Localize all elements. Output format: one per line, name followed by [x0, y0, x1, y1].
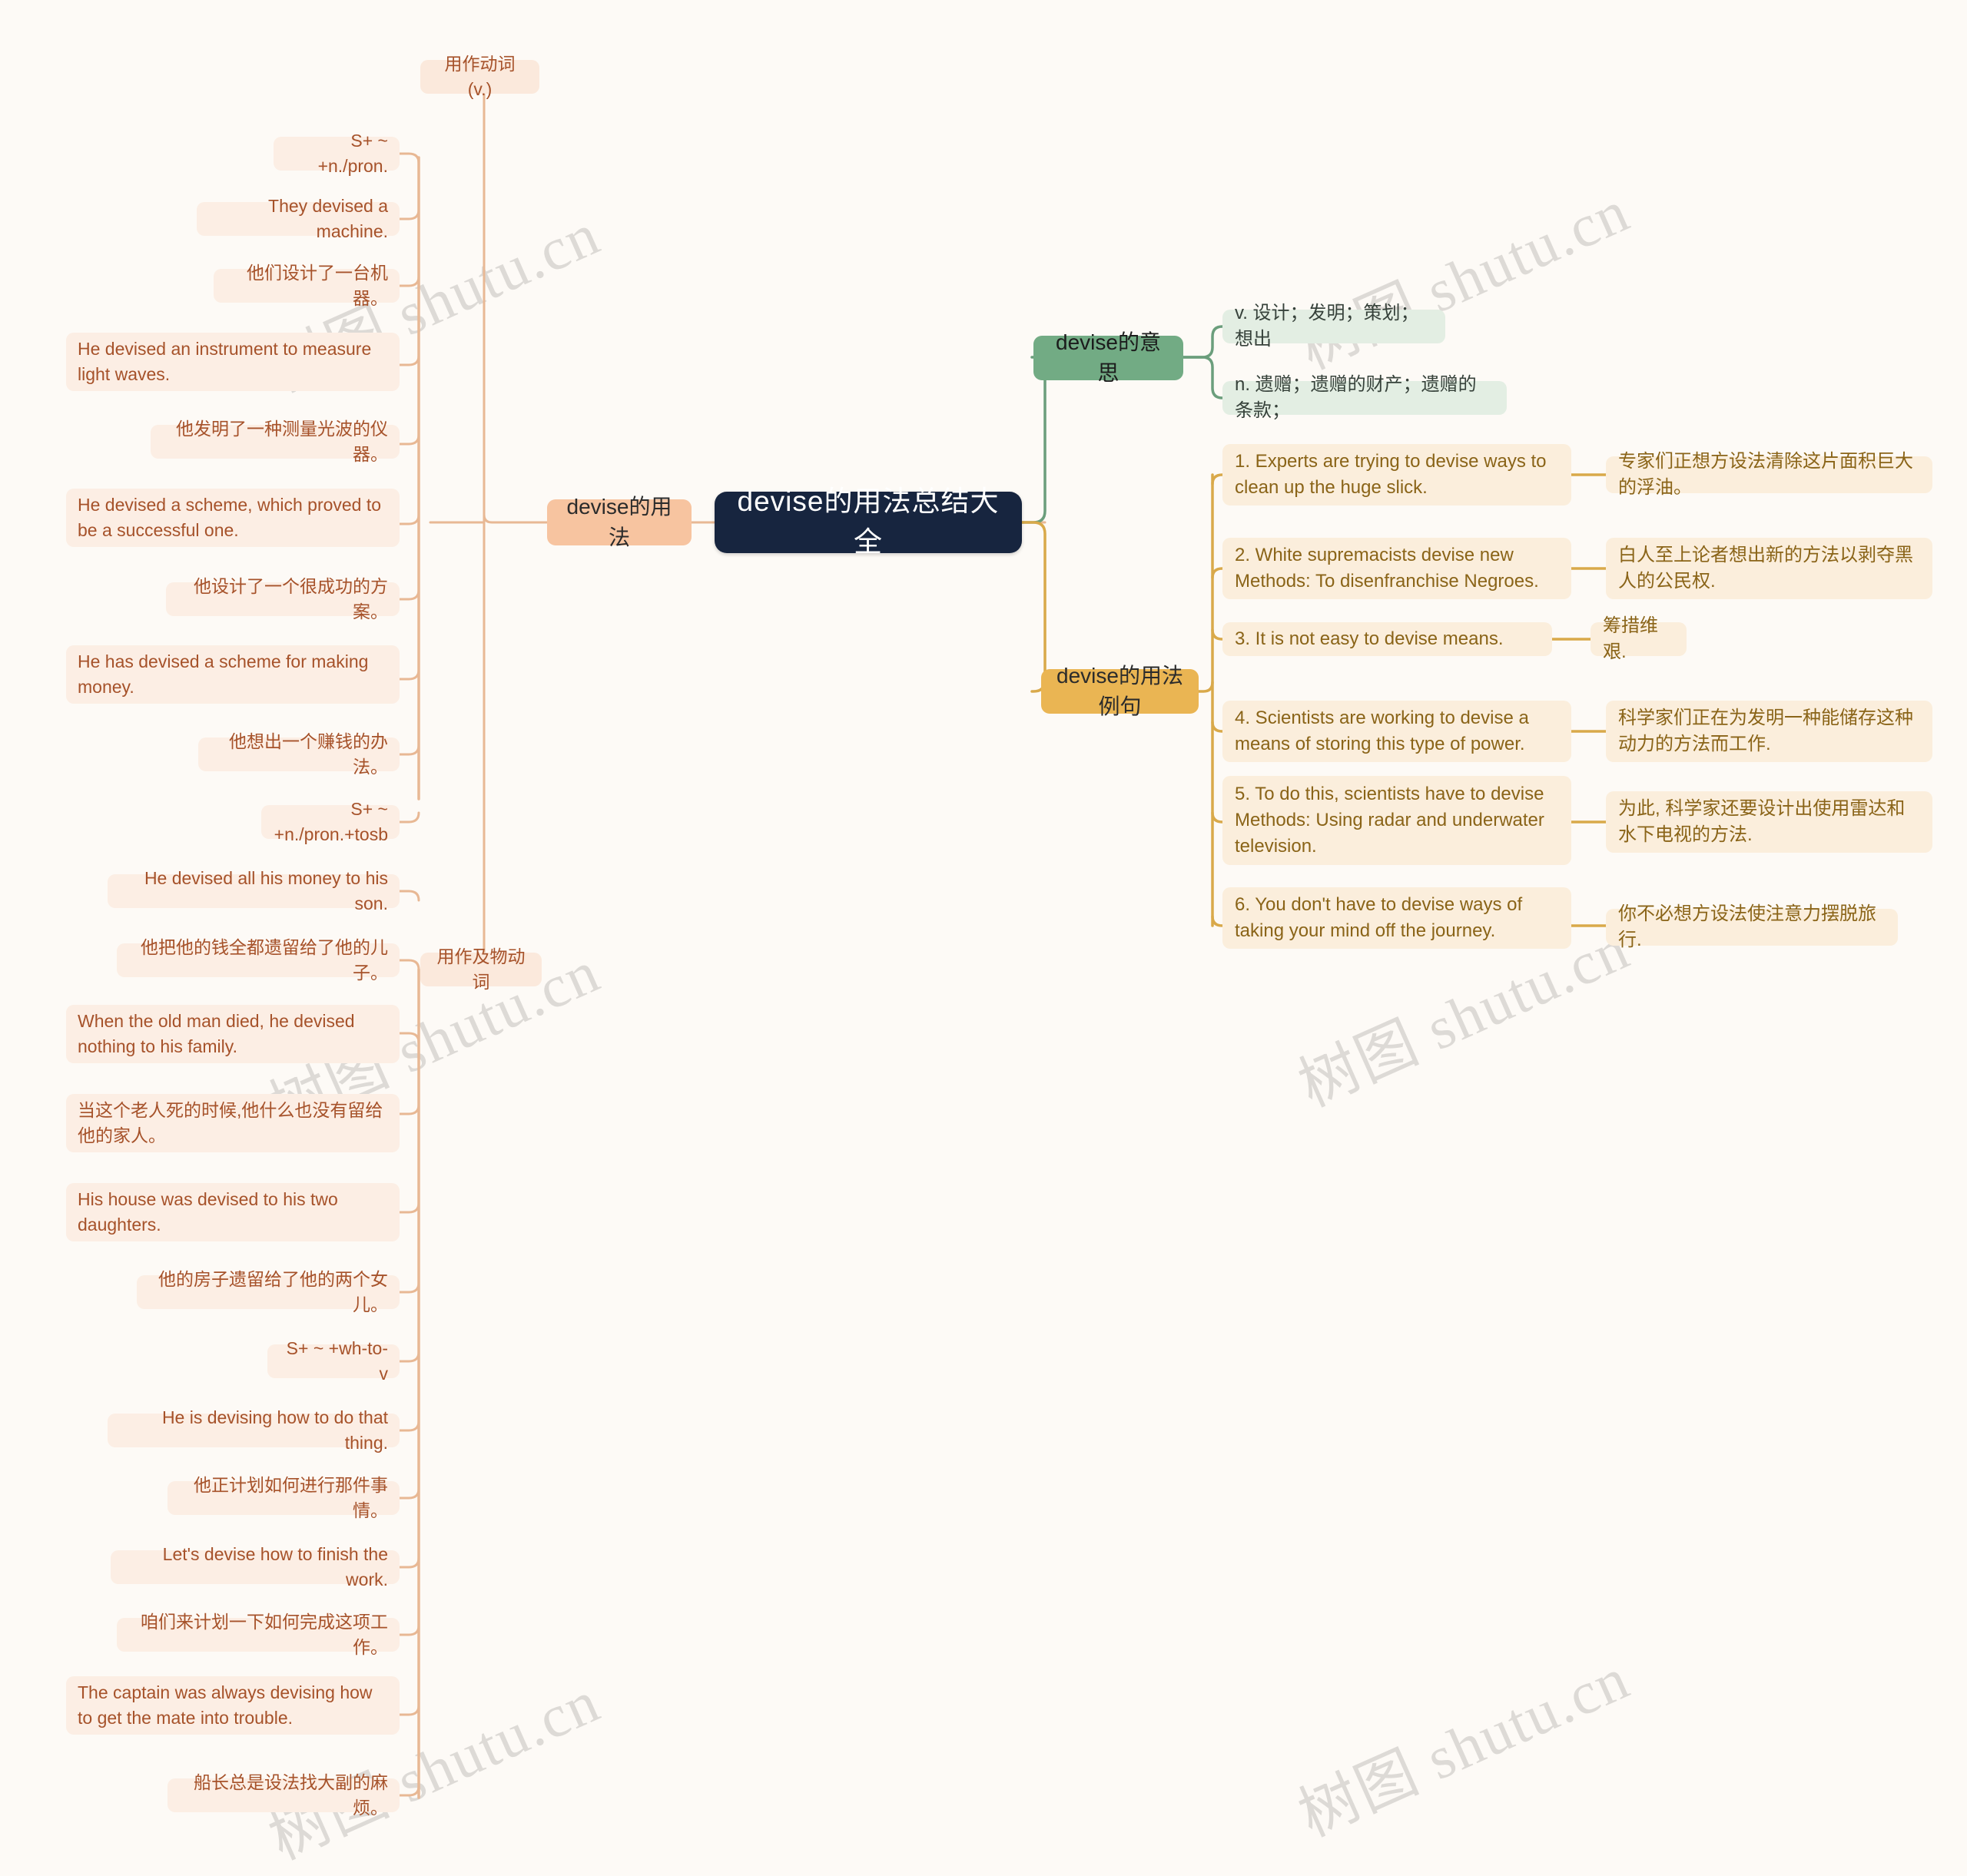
list-item[interactable]: The captain was always devising how to g…: [66, 1676, 400, 1735]
list-item[interactable]: Let's devise how to finish the work.: [111, 1544, 400, 1589]
meaning-item-verb-label: v. 设计；发明；策划；想出: [1235, 302, 1419, 350]
list-item-label: 当这个老人死的时候,他什么也没有留给他的家人。: [78, 1100, 383, 1145]
list-item[interactable]: He devised an instrument to measure ligh…: [66, 333, 400, 391]
list-item[interactable]: His house was devised to his two daughte…: [66, 1183, 400, 1241]
list-item[interactable]: S+ ~ +n./pron.+tosb: [261, 799, 400, 844]
list-item[interactable]: 他的房子遗留给了他的两个女儿。: [137, 1269, 400, 1314]
list-item[interactable]: S+ ~ +n./pron.: [274, 131, 400, 176]
list-item-label: S+ ~ +n./pron.+tosb: [274, 799, 388, 844]
list-item-label: 他把他的钱全都遗留给了他的儿子。: [141, 937, 388, 983]
example-sentence-zh[interactable]: 你不必想方设法使注意力摆脱旅行.: [1606, 903, 1898, 950]
list-item[interactable]: 他们设计了一台机器。: [214, 263, 400, 308]
example-sentence-en-label: 6. You don't have to devise ways of taki…: [1235, 893, 1523, 941]
list-item-label: 他的房子遗留给了他的两个女儿。: [158, 1269, 388, 1314]
list-item[interactable]: 他把他的钱全都遗留给了他的儿子。: [117, 937, 400, 983]
list-item-label: Let's devise how to finish the work.: [162, 1544, 388, 1589]
list-item-label: He is devising how to do that thing.: [161, 1407, 388, 1453]
list-item-label: His house was devised to his two daughte…: [78, 1189, 338, 1235]
example-sentence-zh-label: 白人至上论者想出新的方法以剥夺黑人的公民权.: [1618, 544, 1913, 592]
meaning-item-noun[interactable]: n. 遗赠；遗赠的财产；遗赠的条款；: [1222, 374, 1507, 421]
example-sentence-en[interactable]: 4. Scientists are working to devise a me…: [1222, 701, 1571, 762]
list-item-label: He devised a scheme, which proved to be …: [78, 495, 382, 540]
example-sentence-zh[interactable]: 筹措维艰.: [1591, 615, 1687, 662]
example-sentence-en-label: 4. Scientists are working to devise a me…: [1235, 707, 1529, 754]
example-sentence-en[interactable]: 2. White supremacists devise new Methods…: [1222, 538, 1571, 599]
meaning-item-verb[interactable]: v. 设计；发明；策划；想出: [1222, 303, 1445, 350]
branch-usage-label: devise的用法: [566, 495, 672, 549]
branch-meaning[interactable]: devise的意思: [1033, 330, 1183, 385]
group-verb-text: 用作动词(v.): [444, 54, 516, 99]
list-item-label: S+ ~ +n./pron.: [317, 131, 388, 176]
list-item-label: 船长总是设法找大副的麻烦。: [194, 1772, 388, 1818]
list-item[interactable]: 他设计了一个很成功的方案。: [166, 576, 400, 621]
list-item[interactable]: 咱们来计划一下如何完成这项工作。: [117, 1612, 400, 1657]
list-item-label: 他设计了一个很成功的方案。: [194, 576, 388, 621]
branch-meaning-label: devise的意思: [1056, 330, 1161, 385]
list-item[interactable]: 他正计划如何进行那件事情。: [168, 1475, 400, 1520]
list-item-label: The captain was always devising how to g…: [78, 1682, 373, 1728]
list-item[interactable]: 他发明了一种测量光波的仪器。: [151, 419, 400, 464]
list-item-label: 他发明了一种测量光波的仪器。: [176, 419, 388, 464]
example-sentence-en-label: 2. White supremacists devise new Methods…: [1235, 544, 1539, 592]
example-sentence-en[interactable]: 5. To do this, scientists have to devise…: [1222, 776, 1571, 865]
example-sentence-zh[interactable]: 为此, 科学家还要设计出使用雷达和水下电视的方法.: [1606, 791, 1932, 853]
example-sentence-zh[interactable]: 专家们正想方设法清除这片面积巨大的浮油。: [1606, 451, 1932, 498]
example-sentence-en[interactable]: 6. You don't have to devise ways of taki…: [1222, 887, 1571, 949]
list-item-label: He has devised a scheme for making money…: [78, 651, 369, 697]
list-item-label: They devised a machine.: [268, 196, 388, 241]
root-label: devise的用法总结大全: [737, 486, 1000, 558]
list-item-label: 他想出一个赚钱的办法。: [229, 731, 388, 777]
list-item[interactable]: He devised a scheme, which proved to be …: [66, 489, 400, 547]
example-sentence-en[interactable]: 1. Experts are trying to devise ways to …: [1222, 444, 1571, 505]
example-sentence-en-label: 5. To do this, scientists have to devise…: [1235, 783, 1544, 857]
list-item[interactable]: He has devised a scheme for making money…: [66, 645, 400, 704]
group-transitive-label[interactable]: 用作及物动词: [420, 946, 542, 992]
list-item[interactable]: When the old man died, he devised nothin…: [66, 1005, 400, 1063]
list-item[interactable]: 当这个老人死的时候,他什么也没有留给他的家人。: [66, 1094, 400, 1152]
list-item-label: When the old man died, he devised nothin…: [78, 1011, 355, 1056]
example-sentence-zh-label: 你不必想方设法使注意力摆脱旅行.: [1618, 903, 1876, 950]
list-item-label: He devised all his money to his son.: [144, 868, 388, 913]
group-transitive-text: 用作及物动词: [436, 946, 526, 992]
example-sentence-en-label: 1. Experts are trying to devise ways to …: [1235, 450, 1547, 498]
group-verb-label[interactable]: 用作动词(v.): [420, 54, 539, 99]
branch-examples[interactable]: devise的用法例句: [1041, 664, 1199, 718]
list-item[interactable]: They devised a machine.: [197, 196, 400, 241]
list-item[interactable]: 他想出一个赚钱的办法。: [198, 731, 400, 777]
list-item-label: He devised an instrument to measure ligh…: [78, 339, 372, 384]
branch-usage[interactable]: devise的用法: [547, 495, 692, 549]
example-sentence-zh-label: 科学家们正在为发明一种能储存这种动力的方法而工作.: [1618, 707, 1913, 754]
example-sentence-en-label: 3. It is not easy to devise means.: [1235, 628, 1504, 649]
example-sentence-en[interactable]: 3. It is not easy to devise means.: [1222, 622, 1552, 656]
list-item[interactable]: 船长总是设法找大副的麻烦。: [168, 1772, 400, 1818]
list-item[interactable]: S+ ~ +wh-to-v: [267, 1338, 400, 1384]
list-item-label: S+ ~ +wh-to-v: [286, 1338, 388, 1384]
list-item-label: 他们设计了一台机器。: [247, 263, 388, 308]
list-item-label: 咱们来计划一下如何完成这项工作。: [141, 1612, 388, 1657]
example-sentence-zh-label: 为此, 科学家还要设计出使用雷达和水下电视的方法.: [1618, 797, 1906, 845]
list-item-label: 他正计划如何进行那件事情。: [194, 1475, 388, 1520]
list-item[interactable]: He devised all his money to his son.: [108, 868, 400, 913]
example-sentence-zh[interactable]: 白人至上论者想出新的方法以剥夺黑人的公民权.: [1606, 538, 1932, 599]
root-node[interactable]: devise的用法总结大全: [715, 486, 1022, 558]
example-sentence-zh[interactable]: 科学家们正在为发明一种能储存这种动力的方法而工作.: [1606, 701, 1932, 762]
list-item[interactable]: He is devising how to do that thing.: [108, 1407, 400, 1453]
meaning-item-noun-label: n. 遗赠；遗赠的财产；遗赠的条款；: [1235, 373, 1477, 421]
mindmap-canvas: 树图 shutu.cn 树图 shutu.cn 树图 shutu.cn 树图 s…: [0, 0, 1967, 1872]
branch-examples-label: devise的用法例句: [1056, 664, 1183, 718]
example-sentence-zh-label: 筹措维艰.: [1603, 615, 1658, 662]
example-sentence-zh-label: 专家们正想方设法清除这片面积巨大的浮油。: [1618, 450, 1913, 498]
